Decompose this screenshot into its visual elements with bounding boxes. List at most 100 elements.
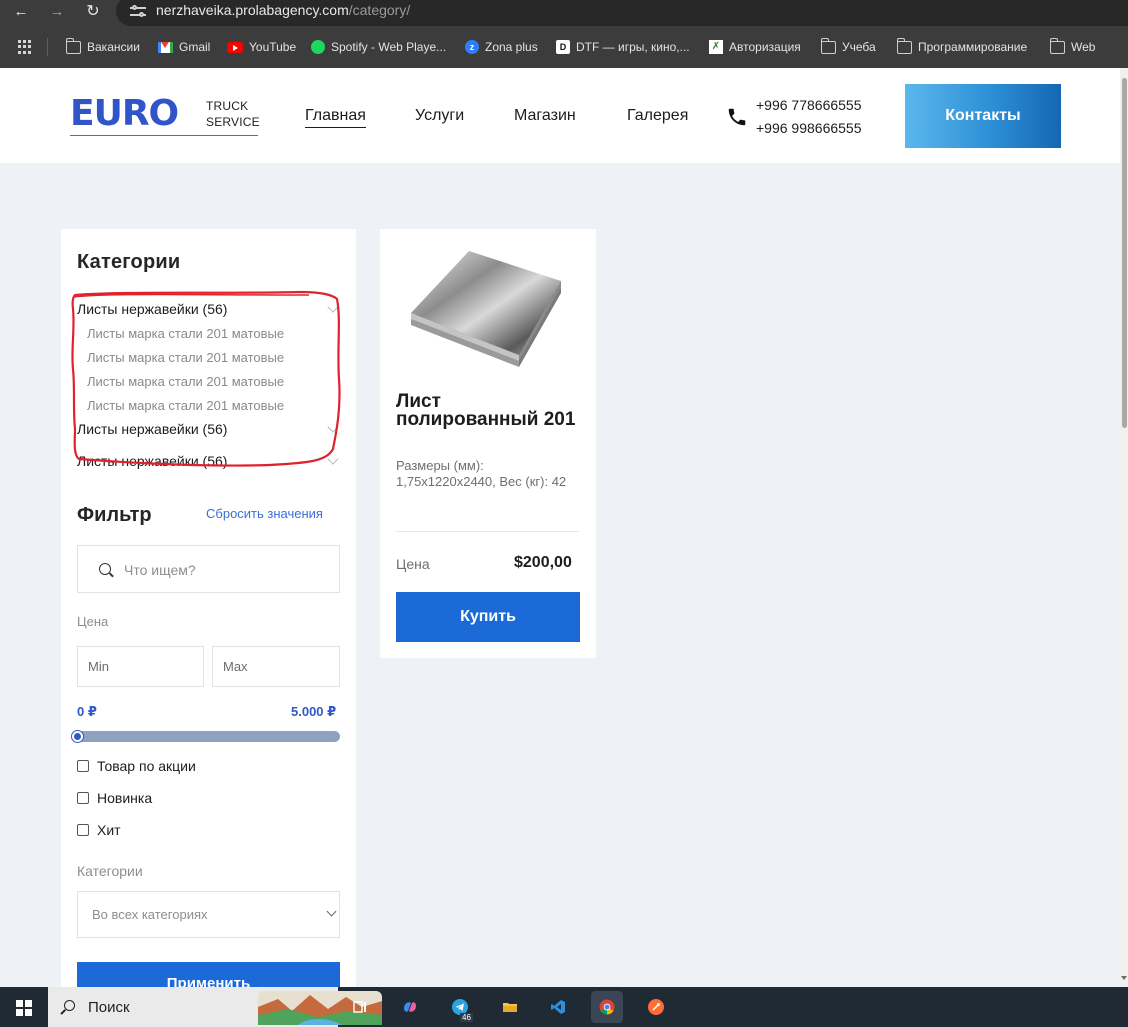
checkbox[interactable] [77,792,89,804]
bookmark-youtube[interactable]: YouTube [227,39,296,55]
copilot-icon[interactable] [394,991,426,1023]
search-input[interactable] [124,560,324,580]
vscode-icon[interactable] [542,991,574,1023]
categories-title: Категории [77,251,181,273]
bookmark-gmail[interactable]: Gmail [158,39,210,55]
bookmark-zona[interactable]: z Zona plus [465,39,538,55]
buy-button[interactable]: Купить [396,592,580,642]
search-icon [99,563,111,575]
bookmark-web[interactable]: Web [1049,37,1096,55]
bookmark-label: Программирование [918,40,1028,54]
price-slider-track[interactable] [77,731,340,742]
bookmark-label: Вакансии [87,40,140,54]
address-bar[interactable]: nerzhaveika.prolabagency.com/category/ [116,0,1128,26]
folder-glyph [503,1003,517,1012]
apps-grid-icon[interactable] [18,40,32,54]
taskbar-search-label: Поиск [88,999,130,1016]
vscode-glyph [551,1000,565,1014]
product-image[interactable] [409,249,563,369]
url-text[interactable]: nerzhaveika.prolabagency.com/category/ [156,2,410,18]
site-settings-icon[interactable] [130,4,146,18]
logo-service-text: SERVICE [206,115,260,129]
bookmarks-divider [47,38,48,56]
bookmark-label: Web [1071,40,1096,54]
phone-number-1[interactable]: +996 778666555 [756,97,862,113]
bookmark-label: DTF — игры, кино,... [576,40,690,54]
nav-shop[interactable]: Магазин [514,107,576,125]
reload-icon[interactable]: ↻ [82,2,104,22]
chevron-down-icon [326,906,337,917]
contacts-button[interactable]: Контакты [905,84,1061,148]
task-view-glyph [353,1001,366,1013]
product-title[interactable]: Лист полированный 201 [396,392,580,429]
bookmark-label: Gmail [179,40,211,54]
chrome-icon[interactable] [591,991,623,1023]
url-path: /category/ [348,2,411,18]
checkbox[interactable] [77,824,89,836]
site-logo[interactable]: EURO TRUCK SERVICE [70,96,260,138]
spotify-icon [311,40,325,54]
folder-icon [65,37,81,54]
red-annotation-outline [71,290,341,467]
gmail-icon [158,41,173,53]
windows-start-icon[interactable] [16,1000,32,1016]
nav-gallery[interactable]: Галерея [627,107,688,125]
windows-taskbar: Поиск 46 [0,987,1128,1027]
taskbar-search[interactable]: Поиск [48,987,382,1027]
folder-icon [1049,37,1065,54]
checkbox-hit[interactable]: Хит [77,822,121,838]
browser-chrome: ← → ↻ nerzhaveika.prolabagency.com/categ… [0,0,1128,68]
telegram-icon[interactable]: 46 [444,991,476,1023]
scrollbar-thumb[interactable] [1122,78,1127,428]
bookmark-study[interactable]: Учеба [820,37,876,55]
postman-icon[interactable] [640,991,672,1023]
min-price-input[interactable] [77,646,204,687]
search-icon [64,1000,75,1011]
bookmark-label: Zona plus [485,40,538,54]
filter-sidebar: Категории Листы нержавейки (56) Листы ма… [61,229,356,1002]
back-arrow-icon[interactable]: ← [10,2,32,22]
product-price: $200,00 [514,554,572,571]
range-min-value: 0 ₽ [77,704,97,719]
auth-icon: ✗ [709,40,723,54]
chrome-glyph [599,999,615,1015]
max-price-input[interactable] [212,646,340,687]
folder-icon [896,37,912,54]
price-label: Цена [77,614,109,629]
bookmark-label: Авторизация [729,40,801,54]
price-slider-handle[interactable] [72,731,83,742]
dtf-icon: D [556,40,570,54]
checkbox-label: Новинка [97,790,153,806]
checkbox-label: Хит [97,822,121,838]
bookmark-label: Spotify - Web Playe... [331,40,447,54]
checkbox-new[interactable]: Новинка [77,790,152,806]
bookmark-vacancies[interactable]: Вакансии [65,37,140,55]
forward-arrow-icon[interactable]: → [46,2,68,22]
card-divider [396,531,579,532]
bookmark-dtf[interactable]: D DTF — игры, кино,... [556,39,690,55]
nav-services[interactable]: Услуги [415,107,464,125]
reset-filters-link[interactable]: Сбросить значения [206,506,323,521]
file-explorer-icon[interactable] [494,991,526,1023]
url-host: nerzhaveika.prolabagency.com [156,2,349,18]
search-box[interactable] [77,545,340,593]
nav-home[interactable]: Главная [305,107,366,128]
zona-icon: z [465,40,479,54]
phone-number-2[interactable]: +996 998666555 [756,120,862,136]
checkbox-label: Товар по акции [97,758,196,774]
bookmark-spotify[interactable]: Spotify - Web Playe... [311,39,446,55]
bookmark-auth[interactable]: ✗ Авторизация [709,39,801,55]
logo-euro-text: EURO [70,93,179,134]
filter-title: Фильтр [77,504,152,526]
checkbox-promo[interactable]: Товар по акции [77,758,196,774]
scroll-down-arrow-icon[interactable] [1121,976,1127,980]
task-view-icon[interactable] [344,991,376,1023]
logo-truck-text: TRUCK [206,99,249,113]
category-select-value: Во всех категориях [92,907,208,922]
category-select[interactable]: Во всех категориях [77,891,340,938]
checkbox[interactable] [77,760,89,772]
bookmarks-bar: Вакансии Gmail YouTube Spotify - Web Pla… [0,30,1128,64]
logo-underline [70,135,258,136]
bookmark-programming[interactable]: Программирование [896,37,1028,55]
phone-icon [728,108,746,126]
